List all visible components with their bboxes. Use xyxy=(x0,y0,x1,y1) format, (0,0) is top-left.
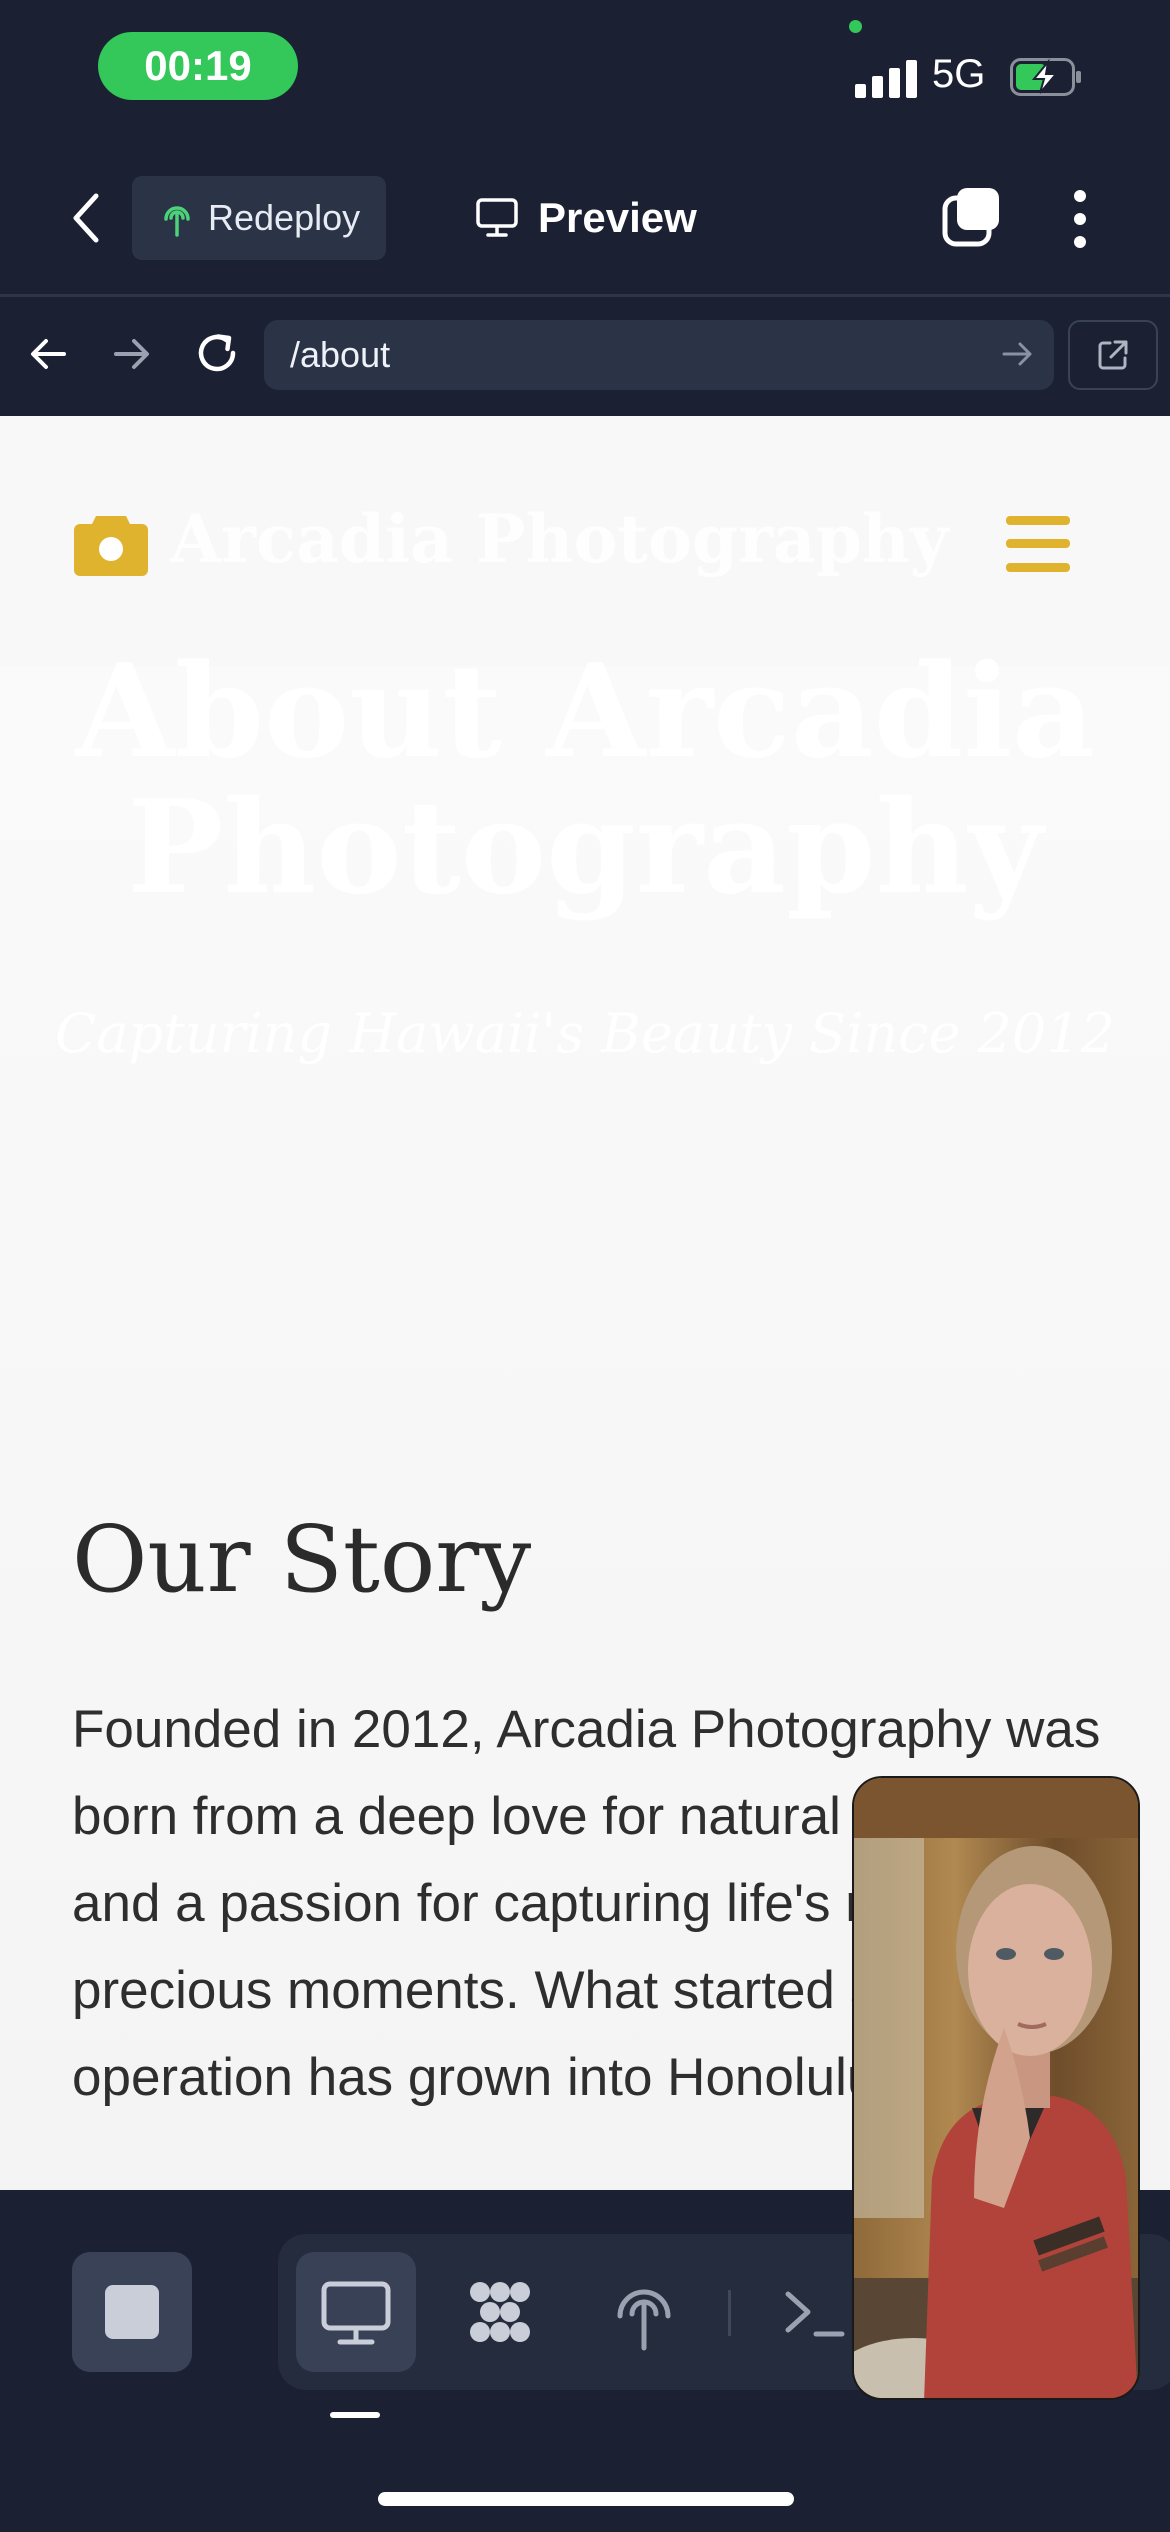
more-options-icon[interactable] xyxy=(1068,188,1092,250)
video-frame xyxy=(854,1778,1138,2398)
cellular-signal-icon xyxy=(855,58,917,98)
home-indicator xyxy=(378,2492,794,2506)
active-tab-indicator xyxy=(330,2412,380,2418)
arrow-left-icon[interactable] xyxy=(24,330,72,378)
stop-icon xyxy=(105,2285,159,2339)
clock-pill: 00:19 xyxy=(98,32,298,100)
external-link-icon xyxy=(1098,340,1128,370)
terminal-icon[interactable] xyxy=(780,2272,860,2352)
deploy-icon xyxy=(164,206,190,237)
preview-icon[interactable] xyxy=(316,2272,396,2352)
toolbar-separator xyxy=(728,2290,731,2336)
redeploy-label: Redeploy xyxy=(208,197,361,238)
reload-icon[interactable] xyxy=(192,328,242,378)
camera-icon[interactable] xyxy=(74,512,148,576)
tabs-icon[interactable] xyxy=(942,186,1002,248)
battery-charging-icon xyxy=(1010,58,1081,96)
monitor-icon xyxy=(476,198,518,237)
story-heading: Our Story xyxy=(72,1506,532,1613)
hamburger-menu-icon[interactable] xyxy=(1006,516,1070,572)
arrow-right-icon[interactable] xyxy=(108,330,156,378)
hero-title: About Arcadia Photography xyxy=(75,637,1095,923)
video-call-pip[interactable] xyxy=(852,1776,1140,2400)
back-chevron-icon[interactable] xyxy=(66,190,106,246)
stop-button[interactable] xyxy=(72,2252,192,2372)
toolbar-divider xyxy=(0,294,1170,297)
preview-label: Preview xyxy=(538,194,697,241)
url-input[interactable]: /about xyxy=(264,320,1054,390)
go-arrow-icon[interactable] xyxy=(998,334,1038,374)
privacy-indicator-dot xyxy=(849,20,862,33)
site-logo[interactable]: Arcadia Photography xyxy=(170,500,948,578)
deploy-icon[interactable] xyxy=(604,2272,684,2352)
open-external-button[interactable] xyxy=(1068,320,1158,390)
preview-tab[interactable]: Preview xyxy=(476,190,697,246)
extensions-icon[interactable] xyxy=(460,2272,540,2352)
hero-subtitle: Capturing Hawaii's Beauty Since 2012 xyxy=(55,1002,1115,1065)
redeploy-button[interactable]: Redeploy xyxy=(132,176,386,260)
network-type: 5G xyxy=(932,52,986,96)
